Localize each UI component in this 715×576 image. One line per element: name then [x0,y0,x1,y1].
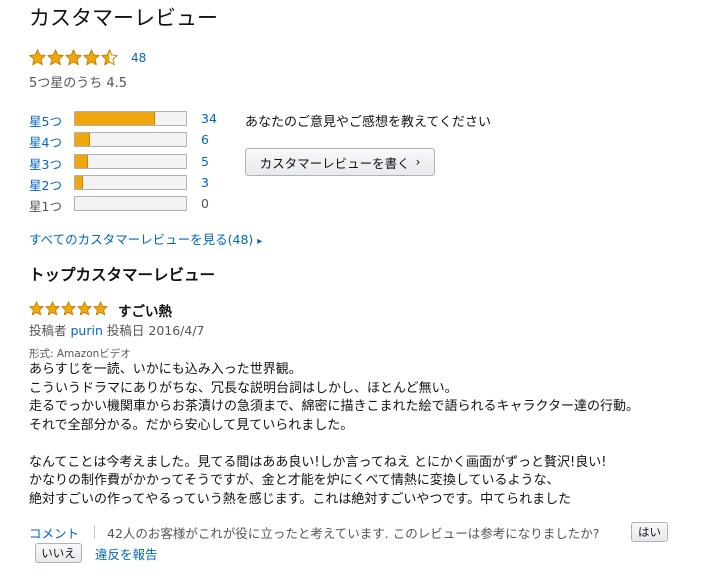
review-author-link[interactable]: purin [71,323,103,338]
star-icon [65,49,82,66]
chevron-right-icon: ▸ [257,236,263,247]
review-date: 投稿日 2016/4/7 [106,323,205,338]
write-review-button[interactable]: カスタマーレビューを書く › [245,148,435,176]
star-icon [101,49,118,66]
histogram-star-label: 星1つ [29,199,62,215]
histogram-count[interactable]: 5 [201,154,209,169]
histogram-count[interactable]: 34 [201,111,217,126]
review-body: あらすじを一読、いかにも込み入った世界観。こういうドラマにありがちな、冗長な説明… [29,361,709,509]
star-icon [45,301,60,316]
histogram-bar-fill [75,175,83,189]
review-body-line: それで全部分かる。だから安心して見ていられました。 [29,417,354,433]
star-icon [47,49,64,66]
histogram-star-label[interactable]: 星2つ [29,175,62,194]
helpful-text: 42人のお客様がこれが役に立ったと考えています. このレビューは参考になりました… [107,526,600,541]
review-title[interactable]: すごい熱 [118,300,172,320]
review-body-line: あらすじを一読、いかにも込み入った世界観。 [29,362,302,377]
star-icon [61,301,76,316]
histogram-bar-fill [75,112,155,125]
posted-by-label: 投稿者 [29,323,67,338]
review-body-line: かなりの制作費がかかってそうですが、金と才能を炉にくべて情熱に変換しているような… [29,473,560,488]
histogram-row[interactable]: 星4つ 6 [29,131,229,151]
all-reviews-link[interactable]: すべてのカスタマーレビューを見る(48) ▸ [29,229,262,248]
write-review-label: カスタマーレビューを書く [259,155,410,171]
histogram-bar[interactable] [74,153,187,169]
review-body-line: 走るでっかい機関車からお茶漬けの急須まで、綿密に描きこまれた絵で語られるキャラク… [29,399,639,414]
histogram-row[interactable]: 星2つ 3 [29,174,229,194]
helpful-no-button[interactable]: いいえ [35,543,82,563]
review-byline: 投稿者 purin 投稿日 2016/4/7 [29,320,205,339]
report-abuse-link[interactable]: 違反を報告 [95,544,158,563]
histogram-bar[interactable] [74,174,187,190]
histogram-star-label[interactable]: 星3つ [29,154,62,173]
histogram-row[interactable]: 星5つ 34 [29,110,229,130]
average-rating-stars[interactable] [29,49,118,66]
review-body-line: こういうドラマにありがちな、冗長な説明台詞はしかし、ほとんど無い。 [29,380,458,396]
star-icon [93,301,108,316]
review-body-line: なんてことは今考えました。見てる間はああ良い!しか言ってねえ とにかく画面がずっ… [29,454,607,470]
review-body-line [29,435,709,454]
histogram-bar-fill [75,154,88,168]
review-body-line: 絶対すごいの作ってやるっていう熱を感じます。これは絶対すごいやつです。中てられま… [29,491,572,507]
average-rating-text: 5つ星のうち 4.5 [29,76,128,91]
histogram-bar[interactable] [74,132,187,148]
histogram-row[interactable]: 星3つ 5 [29,153,229,173]
histogram-star-label[interactable]: 星4つ [29,132,62,151]
star-icon [77,301,92,316]
divider [94,525,95,539]
review-rating-stars[interactable] [29,301,108,316]
rating-count-link[interactable]: 48 [131,51,146,65]
histogram-bar-fill [75,133,90,147]
all-reviews-label: すべてのカスタマーレビューを見る(48) [29,232,254,247]
review-format: 形式: Amazonビデオ [29,348,131,360]
feedback-prompt: あなたのご意見やご感想を教えてください [245,115,491,130]
histogram-star-label[interactable]: 星5つ [29,111,62,130]
histogram-count: 0 [201,196,209,212]
star-icon [29,49,46,66]
star-icon [29,301,44,316]
histogram-bar[interactable] [74,111,187,126]
histogram-count[interactable]: 6 [201,132,209,147]
top-reviews-heading: トップカスタマーレビュー [29,266,216,284]
histogram-row: 星1つ 0 [29,195,229,215]
helpful-yes-button[interactable]: はい [631,522,668,542]
comment-link[interactable]: コメント [29,523,79,542]
star-icon [83,49,100,66]
histogram-bar [74,196,187,212]
histogram-count[interactable]: 3 [201,175,209,190]
page-title: カスタマーレビュー [29,6,218,30]
chevron-right-icon: › [415,155,421,169]
